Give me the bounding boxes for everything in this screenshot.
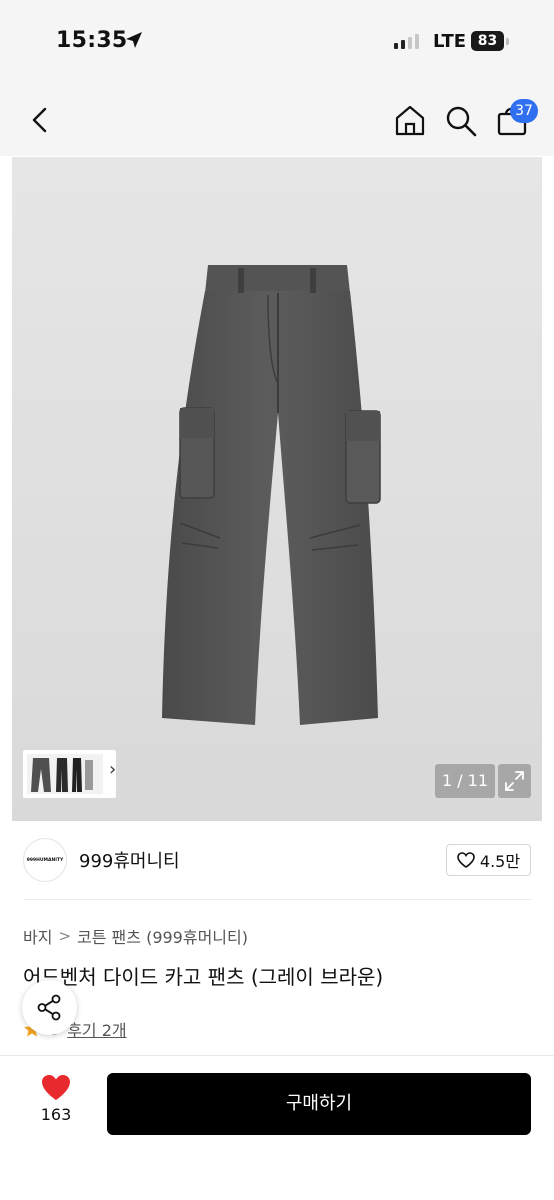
chevron-right-icon: > [58, 927, 72, 945]
chevron-right-icon[interactable]: › [109, 759, 116, 780]
brand-row[interactable]: 999HUMANITY 999휴머니티 4.5만 [0, 830, 554, 890]
page-indicator: 1 / 11 [435, 764, 495, 798]
brand-logo[interactable]: 999HUMANITY [23, 838, 67, 882]
battery-icon: 83 [471, 31, 504, 51]
wishlist-count: 163 [40, 1105, 72, 1124]
share-button[interactable] [22, 980, 77, 1035]
expand-button[interactable] [498, 764, 531, 798]
wishlist-button[interactable]: 163 [28, 1074, 84, 1124]
brand-name[interactable]: 999휴머니티 [79, 847, 180, 873]
cart-count-badge: 37 [510, 99, 538, 123]
buy-button[interactable]: 구매하기 [107, 1073, 531, 1135]
thumbnail-image [27, 754, 103, 794]
product-title: 어드벤처 다이드 카고 팬츠 (그레이 브라운) [23, 965, 384, 989]
product-image-gallery[interactable]: › 1 / 11 [12, 157, 542, 821]
battery-tip [506, 38, 509, 45]
product-image [162, 265, 381, 725]
expand-icon [505, 771, 524, 791]
brand-like-count: 4.5만 [479, 852, 521, 871]
brand-like-button[interactable]: 4.5만 [446, 844, 531, 876]
thumbnail-strip[interactable]: › [23, 750, 116, 798]
signal-strength-icon [394, 33, 419, 49]
status-bar: 15:35 LTE 83 [0, 0, 554, 84]
search-icon[interactable] [444, 104, 478, 138]
home-icon[interactable] [393, 103, 427, 137]
heart-outline-icon [457, 852, 475, 868]
breadcrumb-item-pants[interactable]: 바지 [23, 924, 52, 948]
network-type: LTE [433, 31, 467, 52]
breadcrumb: 바지 > 코튼 팬츠 (999휴머니티) [23, 924, 248, 948]
review-link[interactable]: 후기 2개 [67, 1017, 126, 1041]
share-icon [37, 994, 61, 1021]
breadcrumb-item-cotton-pants[interactable]: 코튼 팬츠 (999휴머니티) [77, 924, 248, 948]
bottom-action-bar: 163 구매하기 [0, 1056, 554, 1200]
back-icon[interactable] [28, 105, 52, 135]
heart-filled-icon [42, 1075, 70, 1100]
divider [23, 899, 531, 900]
location-arrow-icon [126, 32, 142, 48]
status-time: 15:35 [56, 28, 128, 53]
